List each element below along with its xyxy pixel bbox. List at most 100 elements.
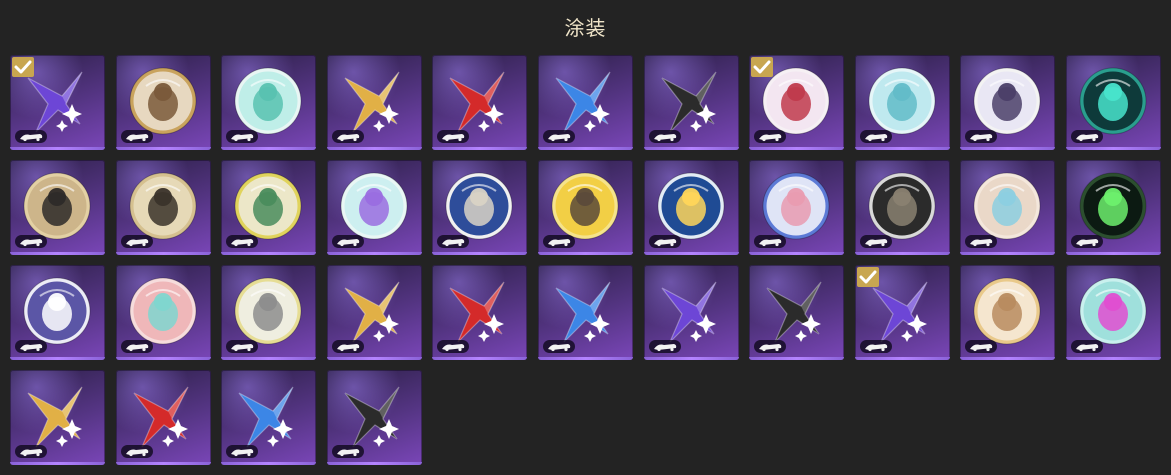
vehicle-type-icon [437, 340, 470, 353]
vehicle-type-icon [15, 130, 47, 143]
skin-tile-red-star-skin-2[interactable] [432, 265, 528, 360]
vehicle-type-icon [15, 340, 47, 353]
skin-tile-green-burst-skin[interactable] [1065, 160, 1161, 255]
emblem-icon [23, 172, 91, 240]
selected-check-icon [12, 57, 34, 77]
skin-tile-blue-star-skin-3[interactable] [221, 370, 317, 465]
emblem-icon [445, 172, 513, 240]
skin-tile-pastel-cat-skin[interactable] [115, 265, 211, 360]
skin-tile-orb-skin[interactable] [960, 55, 1056, 150]
vehicle-type-icon [648, 235, 681, 248]
skin-tile-penguin-skin[interactable] [432, 160, 528, 255]
emblem-icon [234, 172, 302, 240]
vehicle-type-icon [120, 340, 153, 353]
emblem-icon [23, 277, 91, 345]
skin-tile-white-hair-character-skin[interactable] [115, 55, 211, 150]
vehicle-type-icon [226, 130, 259, 143]
skin-tile-black-star-skin[interactable] [643, 55, 739, 150]
skin-tile-crystal-skin[interactable] [854, 55, 950, 150]
vehicle-type-icon [965, 235, 998, 248]
vehicle-type-icon [226, 340, 259, 353]
emblem-icon [973, 67, 1041, 135]
skin-tile-dice-skin[interactable] [221, 265, 317, 360]
star-emblem-icon [555, 71, 611, 133]
skin-tile-gold-crest-skin[interactable] [10, 160, 105, 255]
emblem-icon [973, 172, 1041, 240]
vehicle-type-icon [965, 130, 998, 143]
vehicle-type-icon [331, 130, 364, 143]
star-emblem-icon [661, 281, 717, 343]
vehicle-type-icon [1070, 130, 1103, 143]
star-emblem-icon [344, 71, 400, 133]
vehicle-type-icon [859, 340, 892, 353]
vehicle-type-icon [859, 235, 892, 248]
star-emblem-icon [344, 281, 400, 343]
skin-tile-red-star-skin[interactable] [432, 55, 528, 150]
emblem-icon [1079, 172, 1147, 240]
vehicle-type-icon [648, 340, 681, 353]
emblem-icon [340, 172, 408, 240]
skin-tile-gold-star-skin-2[interactable] [326, 265, 422, 360]
skin-tile-comb-crest-skin[interactable] [115, 160, 211, 255]
emblem-icon [868, 172, 936, 240]
skin-tile-ice-figure-skin[interactable] [960, 160, 1056, 255]
vehicle-type-icon [331, 340, 364, 353]
star-emblem-icon [449, 281, 505, 343]
skin-tile-black-star-skin-3[interactable] [326, 370, 422, 465]
vehicle-type-icon [648, 130, 681, 143]
skin-tile-ruins-skin[interactable] [854, 160, 950, 255]
skin-tile-teal-logo-skin[interactable] [1065, 55, 1161, 150]
star-emblem-icon [238, 386, 294, 448]
skin-tile-blue-star-skin-2[interactable] [537, 265, 633, 360]
vehicle-type-icon [226, 445, 259, 458]
vehicle-type-icon [437, 235, 470, 248]
page-title: 涂装 [564, 16, 607, 40]
skin-tile-red-star-skin-3[interactable] [115, 370, 211, 465]
vehicle-type-icon [120, 445, 153, 458]
vehicle-type-icon [437, 130, 470, 143]
emblem-icon [973, 277, 1041, 345]
skin-grid [10, 55, 1161, 465]
vehicle-type-icon [226, 235, 259, 248]
vehicle-type-icon [859, 130, 892, 143]
skin-tile-blue-star-skin[interactable] [537, 55, 633, 150]
vehicle-type-icon [754, 235, 787, 248]
selected-check-icon [856, 267, 879, 287]
skin-tile-black-star-skin-2[interactable] [749, 265, 845, 360]
vehicle-type-icon [15, 445, 47, 458]
star-emblem-icon [555, 281, 611, 343]
skin-tile-ornate-crest-skin[interactable] [10, 265, 105, 360]
vehicle-type-icon [965, 340, 998, 353]
emblem-icon [129, 277, 197, 345]
skin-tile-swirl-skin[interactable] [749, 55, 845, 150]
emblem-icon [551, 172, 619, 240]
skin-tile-planet-skin[interactable] [326, 160, 422, 255]
skin-tile-blonde-character-skin[interactable] [221, 160, 317, 255]
star-emblem-icon [344, 386, 400, 448]
emblem-icon [129, 67, 197, 135]
skin-tile-cake-skin[interactable] [643, 160, 739, 255]
skin-tile-aurora-skin[interactable] [221, 55, 317, 150]
vehicle-type-icon [1070, 235, 1103, 248]
vehicle-type-icon [542, 130, 575, 143]
vehicle-type-icon [542, 340, 575, 353]
star-emblem-icon [27, 386, 83, 448]
star-emblem-icon [766, 281, 822, 343]
emblem-icon [1079, 67, 1147, 135]
skin-tile-gold-star-skin-3[interactable] [10, 370, 105, 465]
skin-tile-purple-star-skin-3[interactable] [854, 265, 950, 360]
skin-tile-cow-character-skin[interactable] [537, 160, 633, 255]
skin-tile-blonde-girl-skin[interactable] [960, 265, 1056, 360]
emblem-icon [129, 172, 197, 240]
emblem-icon [234, 277, 302, 345]
skin-tile-pink-character-skin[interactable] [749, 160, 845, 255]
skin-tile-purple-star-skin[interactable] [10, 55, 105, 150]
skin-tile-pink-cat-skin[interactable] [1065, 265, 1161, 360]
skin-tile-gold-star-skin[interactable] [326, 55, 422, 150]
vehicle-type-icon [754, 130, 787, 143]
star-emblem-icon [133, 386, 189, 448]
vehicle-type-icon [754, 340, 787, 353]
skin-tile-purple-star-skin-2[interactable] [643, 265, 739, 360]
vehicle-type-icon [1070, 340, 1103, 353]
emblem-icon [868, 67, 936, 135]
